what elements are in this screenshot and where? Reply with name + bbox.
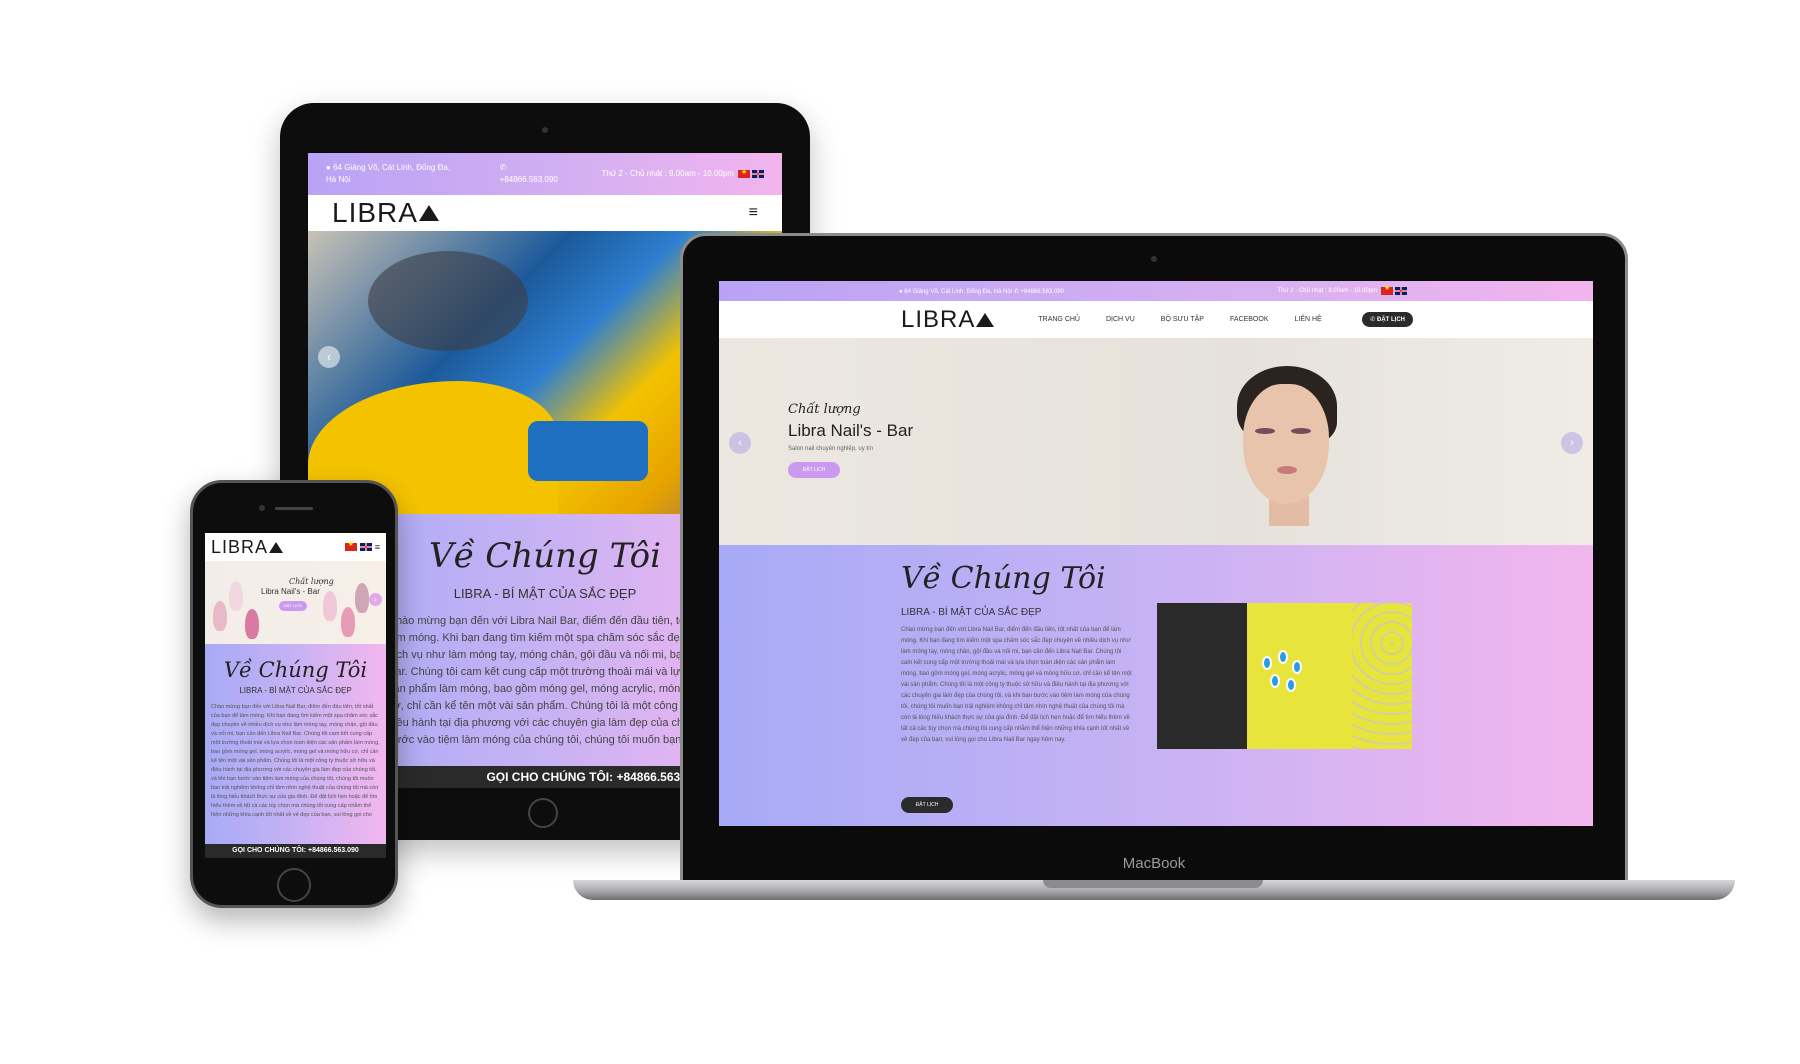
about-nail-photo: [1157, 603, 1412, 749]
phone-speaker: [275, 507, 313, 510]
book-appointment-button[interactable]: ✆ ĐẶT LỊCH: [1362, 312, 1413, 327]
nav-item-contact[interactable]: LIÊN HỆ: [1295, 316, 1322, 323]
laptop-navbar: LIBRA TRANG CHỦ DỊCH VỤ BỘ SƯU TẬP FACEB…: [719, 301, 1593, 338]
about-heading: Về Chúng Tôi: [223, 658, 368, 682]
call-bar[interactable]: GỌI CHO CHÚNG TÔI: +84866.563.090: [205, 844, 386, 858]
phone-camera: [259, 505, 265, 511]
laptop-camera: [1151, 256, 1157, 262]
phone-device: LIBRA ≡ Chất lượng Libra Nail's - Bar ĐẶ…: [190, 480, 398, 908]
about-book-button[interactable]: ĐẶT LỊCH: [901, 797, 953, 813]
hero-slider: ‹ Chất lượng Libra Nail's - Bar Salon na…: [719, 338, 1593, 545]
vietnam-flag-icon[interactable]: [1381, 284, 1393, 295]
slider-prev-icon[interactable]: ‹: [318, 346, 340, 368]
location-pin-icon: ●: [326, 163, 331, 172]
logo-triangle-icon: [976, 312, 995, 327]
hamburger-menu-icon[interactable]: ≡: [749, 204, 758, 222]
phone-icon: ✆: [1013, 288, 1019, 295]
phone-navbar: LIBRA ≡: [205, 533, 386, 561]
hero-slider: Chất lượng Libra Nail's - Bar ĐẶT LỊCH ›: [205, 561, 386, 644]
laptop-topbar: ● 64 Giảng Võ, Cát Linh, Đống Đa, Hà Nội…: [719, 281, 1593, 301]
logo[interactable]: LIBRA: [901, 305, 995, 334]
logo-text: LIBRA: [901, 305, 976, 333]
hero-tag: Chất lượng: [788, 402, 861, 417]
tablet-camera: [542, 127, 548, 133]
logo-triangle-icon: [269, 541, 284, 553]
uk-flag-icon[interactable]: [751, 170, 764, 178]
laptop-notch: [1043, 880, 1263, 888]
hero-photo-element: [368, 251, 528, 351]
about-section: Về Chúng Tôi LIBRA - BÍ MẬT CỦA SẮC ĐẸP …: [719, 545, 1593, 826]
slider-next-icon[interactable]: ›: [1561, 432, 1583, 454]
nav-item-facebook[interactable]: FACEBOOK: [1230, 316, 1269, 323]
about-heading: Về Chúng Tôi: [901, 561, 1106, 596]
phone-screen: LIBRA ≡ Chất lượng Libra Nail's - Bar ĐẶ…: [205, 533, 386, 858]
topbar-hours: Thứ 2 - Chủ nhật : 9.00am - 10.00pm: [601, 169, 734, 178]
tablet-topbar: ● 64 Giảng Võ, Cát Linh, Đống Đa, Hà Nội…: [308, 153, 782, 195]
about-body: Chào mừng bạn đến với Libra Nail Bar, đi…: [211, 704, 380, 818]
phone-icon: ✆: [499, 163, 507, 172]
main-menu: TRANG CHỦ DỊCH VỤ BỘ SƯU TẬP FACEBOOK LI…: [1038, 316, 1321, 323]
about-body: Chào mừng bạn đến với Libra Nail Bar, đi…: [901, 627, 1132, 743]
hamburger-menu-icon[interactable]: ≡: [375, 542, 380, 552]
uk-flag-icon[interactable]: [1395, 287, 1407, 295]
vietnam-flag-icon[interactable]: [344, 540, 357, 551]
laptop-screen: ● 64 Giảng Võ, Cát Linh, Đống Đa, Hà Nội…: [719, 281, 1593, 826]
nav-item-services[interactable]: DỊCH VỤ: [1106, 316, 1135, 323]
about-section: Về Chúng Tôi LIBRA - BÍ MẬT CỦA SẮC ĐẸP …: [205, 644, 386, 844]
location-pin-icon: ●: [899, 288, 903, 295]
uk-flag-icon[interactable]: [359, 543, 372, 551]
hero-book-button[interactable]: ĐẶT LỊCH: [279, 601, 307, 611]
laptop-device: ● 64 Giảng Võ, Cát Linh, Đống Đa, Hà Nội…: [680, 233, 1628, 883]
topbar-address: 64 Giảng Võ, Cát Linh, Đống Đa, Hà Nội: [326, 163, 451, 184]
about-subheading: LIBRA - BÍ MẬT CỦA SẮC ĐẸP: [239, 686, 352, 695]
logo-text: LIBRA: [211, 536, 269, 557]
phone-home-button: [277, 868, 311, 902]
nav-item-home[interactable]: TRANG CHỦ: [1038, 316, 1080, 323]
vietnam-flag-icon[interactable]: [737, 167, 750, 179]
hero-photo-element: [528, 421, 648, 481]
hero-title: Libra Nail's - Bar: [788, 421, 914, 440]
book-appointment-label: ĐẶT LỊCH: [1377, 317, 1405, 323]
topbar-phone[interactable]: +84866.563.090: [1020, 289, 1064, 295]
about-subheading: LIBRA - BÍ MẬT CỦA SẮC ĐẸP: [901, 607, 1042, 618]
hero-tag: Chất lượng: [289, 577, 334, 586]
laptop-brand-label: MacBook: [1122, 855, 1186, 872]
nav-item-collection[interactable]: BỘ SƯU TẬP: [1161, 316, 1204, 323]
tablet-navbar: LIBRA ≡: [308, 195, 782, 231]
hero-book-button[interactable]: ĐẶT LỊCH: [788, 462, 840, 478]
phone-icon: ✆: [1370, 317, 1376, 323]
slider-next-icon[interactable]: ›: [369, 593, 382, 606]
hero-model-image: [1229, 366, 1339, 526]
logo-triangle-icon: [418, 205, 439, 221]
topbar-hours: Thứ 2 - Chủ nhật : 9.00am - 10.00pm: [1277, 288, 1377, 294]
hero-description: Salon nail chuyên nghiệp, uy tín: [788, 446, 874, 452]
logo-text: LIBRA: [332, 197, 418, 228]
slider-prev-icon[interactable]: ‹: [729, 432, 751, 454]
logo[interactable]: LIBRA: [332, 197, 439, 229]
hero-title: Libra Nail's - Bar: [261, 587, 320, 596]
laptop-base: [573, 880, 1735, 900]
logo[interactable]: LIBRA: [211, 536, 284, 558]
topbar-phone[interactable]: +84866.563.090: [500, 174, 558, 186]
topbar-address: 64 Giảng Võ, Cát Linh, Đống Đa, Hà Nội: [904, 288, 1013, 295]
tablet-home-button: [528, 798, 558, 828]
